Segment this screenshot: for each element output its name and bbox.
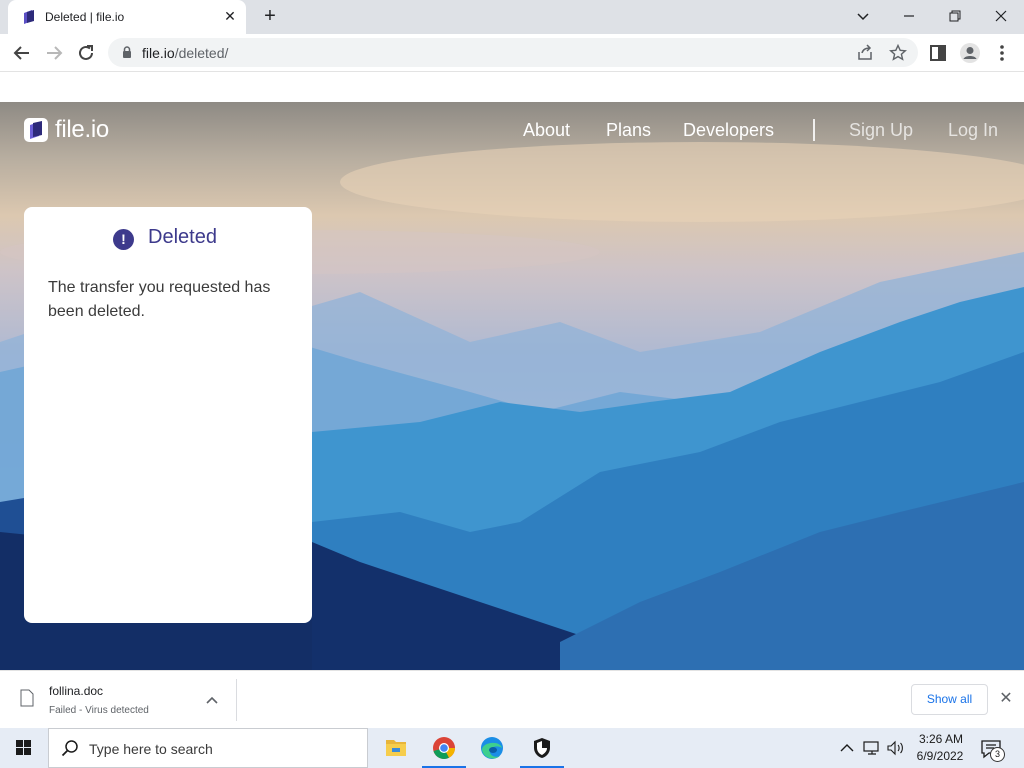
address-bar[interactable]: file.io/deleted/	[108, 38, 918, 67]
download-divider	[236, 679, 237, 721]
download-bar: follina.doc Failed - Virus detected Show…	[0, 670, 1024, 728]
card-message: The transfer you requested has been dele…	[48, 279, 271, 320]
chevron-up-icon[interactable]	[202, 690, 222, 710]
taskbar: Type here to search 3:26 AM 6/9/2022 3	[0, 728, 1024, 768]
tab-active[interactable]: Deleted | file.io ✕	[8, 0, 246, 34]
close-download-bar-icon[interactable]: ✕	[996, 689, 1016, 709]
profile-avatar-icon[interactable]	[958, 41, 982, 65]
restore-icon[interactable]	[942, 4, 968, 28]
file-icon	[20, 689, 34, 707]
windows-start-icon[interactable]	[0, 728, 48, 768]
notification-count-badge: 3	[990, 747, 1005, 762]
network-icon[interactable]	[862, 738, 882, 758]
log-in-link[interactable]: Log In	[948, 120, 998, 141]
side-panel-icon[interactable]	[926, 41, 950, 65]
nav-developers-link[interactable]: Developers	[683, 120, 774, 141]
fileio-favicon-icon	[24, 10, 34, 24]
edge-icon[interactable]	[468, 728, 516, 768]
reload-icon[interactable]	[74, 41, 98, 65]
volume-icon[interactable]	[885, 738, 905, 758]
back-icon[interactable]	[10, 41, 34, 65]
kebab-menu-icon[interactable]	[990, 41, 1014, 65]
forward-icon[interactable]	[42, 41, 66, 65]
url-text: file.io/deleted/	[142, 45, 229, 61]
file-explorer-icon[interactable]	[372, 728, 420, 768]
bookmark-star-icon[interactable]	[889, 44, 907, 62]
download-status: Failed - Virus detected	[49, 705, 149, 716]
nav-about-link[interactable]: About	[523, 120, 570, 141]
card-header: ! Deleted	[24, 226, 312, 250]
tab-title: Deleted | file.io	[45, 10, 125, 24]
download-filename[interactable]: follina.doc	[49, 684, 103, 698]
exclamation-circle-icon: !	[113, 229, 134, 250]
share-icon[interactable]	[856, 44, 874, 62]
browser-toolbar: file.io/deleted/	[0, 34, 1024, 72]
status-card: ! Deleted The transfer you requested has…	[24, 207, 312, 623]
close-window-icon[interactable]	[988, 4, 1014, 28]
sign-up-link[interactable]: Sign Up	[849, 120, 913, 141]
tray-chevron-up-icon[interactable]	[837, 738, 857, 758]
chrome-icon[interactable]	[420, 728, 468, 768]
search-placeholder: Type here to search	[89, 741, 213, 757]
page-viewport: file.io About Plans Developers Sign Up L…	[0, 72, 1024, 670]
search-icon	[61, 740, 78, 757]
windows-security-icon[interactable]	[518, 728, 566, 768]
nav-divider	[813, 119, 815, 141]
clock-time: 3:26 AM	[918, 732, 964, 746]
taskbar-search-box[interactable]: Type here to search	[48, 728, 368, 768]
site-header: file.io About Plans Developers Sign Up L…	[0, 102, 1024, 159]
show-all-button[interactable]: Show all	[911, 684, 988, 715]
fileio-logo-icon	[24, 118, 48, 142]
nav-plans-link[interactable]: Plans	[606, 120, 651, 141]
logo-text: file.io	[55, 116, 109, 143]
clock-date: 6/9/2022	[916, 749, 964, 763]
tab-close-icon[interactable]: ✕	[220, 6, 240, 26]
new-tab-icon[interactable]: +	[258, 5, 282, 29]
lock-icon[interactable]	[120, 45, 134, 59]
card-title: Deleted	[148, 226, 217, 248]
tab-strip: Deleted | file.io ✕ +	[0, 0, 1024, 34]
minimize-icon[interactable]	[896, 4, 922, 28]
tab-search-chevron-icon[interactable]	[850, 4, 876, 28]
